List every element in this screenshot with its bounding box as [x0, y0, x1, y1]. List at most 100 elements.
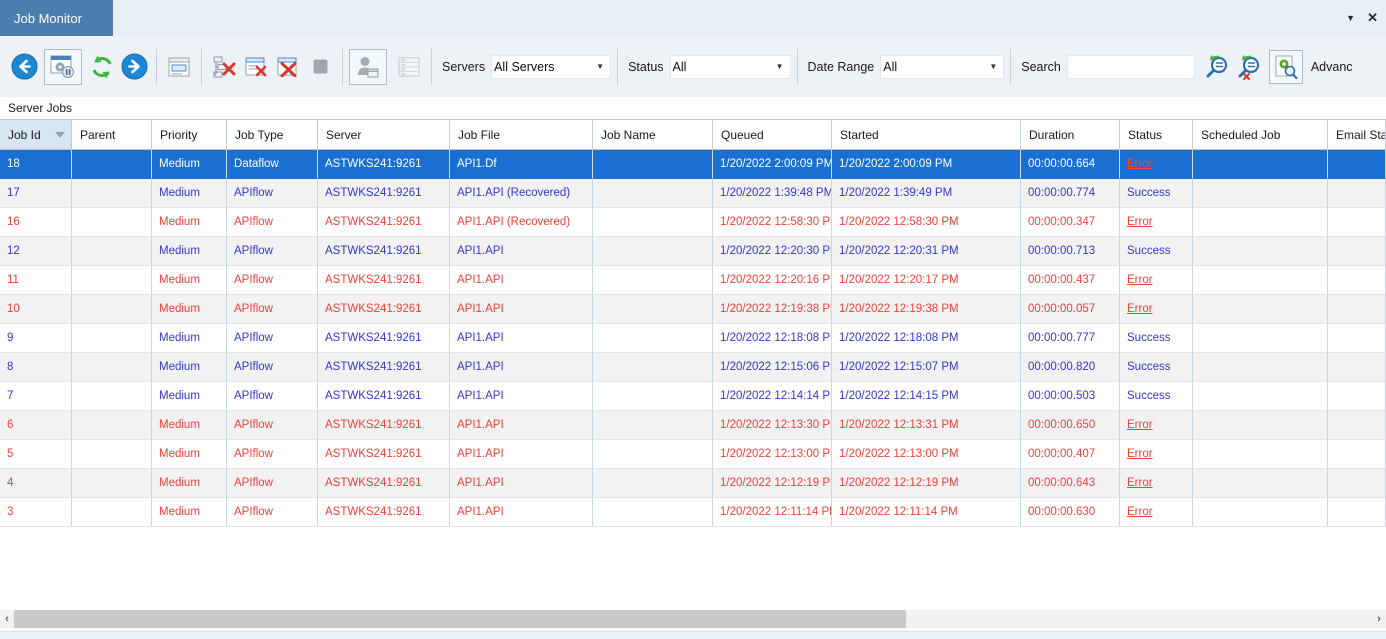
- job-row-18[interactable]: 18MediumDataflowASTWKS241:9261API1.Df1/2…: [0, 150, 1386, 179]
- pause-monitoring-button[interactable]: [44, 49, 82, 85]
- cell-job_id: 18: [0, 150, 72, 179]
- scrollbar-thumb[interactable]: [14, 610, 906, 628]
- job-row-3[interactable]: 3MediumAPIflowASTWKS241:9261API1.API1/20…: [0, 498, 1386, 527]
- clear-search-button[interactable]: [1233, 51, 1265, 83]
- cell-server: ASTWKS241:9261: [318, 382, 450, 411]
- servers-combo[interactable]: All Servers ▼: [491, 55, 611, 79]
- cell-status[interactable]: Error: [1120, 411, 1193, 440]
- column-header-started[interactable]: Started: [832, 120, 1021, 149]
- job-row-4[interactable]: 4MediumAPIflowASTWKS241:9261API1.API1/20…: [0, 469, 1386, 498]
- job-row-10[interactable]: 10MediumAPIflowASTWKS241:9261API1.API1/2…: [0, 295, 1386, 324]
- job-row-9[interactable]: 9MediumAPIflowASTWKS241:9261API1.API1/20…: [0, 324, 1386, 353]
- cell-server: ASTWKS241:9261: [318, 237, 450, 266]
- job-row-5[interactable]: 5MediumAPIflowASTWKS241:9261API1.API1/20…: [0, 440, 1386, 469]
- cell-scheduled_job: [1193, 295, 1328, 324]
- cell-parent: [72, 324, 152, 353]
- scroll-left-arrow-icon[interactable]: ‹: [0, 610, 14, 628]
- cell-job_id: 16: [0, 208, 72, 237]
- cell-priority: Medium: [152, 266, 227, 295]
- my-jobs-toggle-button[interactable]: [349, 49, 387, 85]
- column-header-job_file[interactable]: Job File: [450, 120, 593, 149]
- cell-status[interactable]: Error: [1120, 208, 1193, 237]
- cell-job_file: API1.API: [450, 237, 593, 266]
- cell-server: ASTWKS241:9261: [318, 469, 450, 498]
- cell-job_type: APIflow: [227, 266, 318, 295]
- refresh-button[interactable]: [86, 51, 118, 83]
- cell-email_status: [1328, 237, 1386, 266]
- search-button[interactable]: [1201, 51, 1233, 83]
- column-header-job_type[interactable]: Job Type: [227, 120, 318, 149]
- job-details-button[interactable]: [163, 51, 195, 83]
- column-header-duration[interactable]: Duration: [1021, 120, 1120, 149]
- cell-server: ASTWKS241:9261: [318, 208, 450, 237]
- cell-parent: [72, 353, 152, 382]
- cell-parent: [72, 382, 152, 411]
- cell-parent: [72, 469, 152, 498]
- job-row-6[interactable]: 6MediumAPIflowASTWKS241:9261API1.API1/20…: [0, 411, 1386, 440]
- job-row-8[interactable]: 8MediumAPIflowASTWKS241:9261API1.API1/20…: [0, 353, 1386, 382]
- job-row-17[interactable]: 17MediumAPIflowASTWKS241:9261API1.API (R…: [0, 179, 1386, 208]
- column-header-email_status[interactable]: Email Sta: [1328, 120, 1386, 149]
- tab-job-monitor[interactable]: Job Monitor: [0, 0, 113, 36]
- cell-job_type: Dataflow: [227, 150, 318, 179]
- cell-job_id: 11: [0, 266, 72, 295]
- cell-server: ASTWKS241:9261: [318, 353, 450, 382]
- cell-server: ASTWKS241:9261: [318, 498, 450, 527]
- forward-button[interactable]: [118, 51, 150, 83]
- cell-scheduled_job: [1193, 324, 1328, 353]
- horizontal-scrollbar[interactable]: ‹ ›: [0, 610, 1386, 628]
- scroll-right-arrow-icon[interactable]: ›: [1372, 610, 1386, 628]
- remove-all-jobs-button[interactable]: [272, 51, 304, 83]
- advanced-search-label[interactable]: Advanc: [1311, 60, 1353, 74]
- job-row-12[interactable]: 12MediumAPIflowASTWKS241:9261API1.API1/2…: [0, 237, 1386, 266]
- cell-status[interactable]: Error: [1120, 266, 1193, 295]
- window-close-icon[interactable]: ✕: [1367, 10, 1378, 26]
- cell-server: ASTWKS241:9261: [318, 266, 450, 295]
- cell-priority: Medium: [152, 353, 227, 382]
- search-input[interactable]: [1067, 55, 1195, 79]
- cell-job_name: [593, 150, 713, 179]
- column-header-queued[interactable]: Queued: [713, 120, 832, 149]
- column-header-job_id[interactable]: Job Id: [0, 120, 72, 149]
- cell-job_type: APIflow: [227, 179, 318, 208]
- user-icon: [355, 55, 381, 79]
- cell-server: ASTWKS241:9261: [318, 411, 450, 440]
- back-button[interactable]: [8, 51, 40, 83]
- status-label: Status: [628, 60, 663, 74]
- cell-server: ASTWKS241:9261: [318, 324, 450, 353]
- column-header-server[interactable]: Server: [318, 120, 450, 149]
- window-menu-caret-icon[interactable]: ▼: [1346, 13, 1355, 23]
- cell-job_id: 8: [0, 353, 72, 382]
- cell-started: 1/20/2022 12:20:17 PM: [832, 266, 1021, 295]
- delete-job-tree-button[interactable]: [208, 51, 240, 83]
- cell-job_name: [593, 179, 713, 208]
- status-combo[interactable]: All ▼: [670, 55, 791, 79]
- cell-status: Success: [1120, 179, 1193, 208]
- cell-started: 1/20/2022 12:15:07 PM: [832, 353, 1021, 382]
- cell-status[interactable]: Error: [1120, 150, 1193, 179]
- column-header-scheduled_job[interactable]: Scheduled Job: [1193, 120, 1328, 149]
- cell-status[interactable]: Error: [1120, 295, 1193, 324]
- cell-status[interactable]: Error: [1120, 440, 1193, 469]
- cell-parent: [72, 440, 152, 469]
- column-header-label: Started: [840, 128, 879, 142]
- cell-job_type: APIflow: [227, 382, 318, 411]
- column-header-status[interactable]: Status: [1120, 120, 1193, 149]
- cell-status[interactable]: Error: [1120, 469, 1193, 498]
- cell-started: 1/20/2022 12:14:15 PM: [832, 382, 1021, 411]
- cell-job_id: 6: [0, 411, 72, 440]
- column-header-priority[interactable]: Priority: [152, 120, 227, 149]
- cell-priority: Medium: [152, 324, 227, 353]
- cell-parent: [72, 179, 152, 208]
- job-row-16[interactable]: 16MediumAPIflowASTWKS241:9261API1.API (R…: [0, 208, 1386, 237]
- window-bottom-edge: [0, 631, 1386, 639]
- cell-scheduled_job: [1193, 411, 1328, 440]
- job-row-11[interactable]: 11MediumAPIflowASTWKS241:9261API1.API1/2…: [0, 266, 1386, 295]
- cell-status[interactable]: Error: [1120, 498, 1193, 527]
- date-range-combo[interactable]: All ▼: [880, 55, 1004, 79]
- job-row-7[interactable]: 7MediumAPIflowASTWKS241:9261API1.API1/20…: [0, 382, 1386, 411]
- advanced-search-button[interactable]: [1269, 50, 1303, 84]
- column-header-job_name[interactable]: Job Name: [593, 120, 713, 149]
- remove-job-button[interactable]: [240, 51, 272, 83]
- column-header-parent[interactable]: Parent: [72, 120, 152, 149]
